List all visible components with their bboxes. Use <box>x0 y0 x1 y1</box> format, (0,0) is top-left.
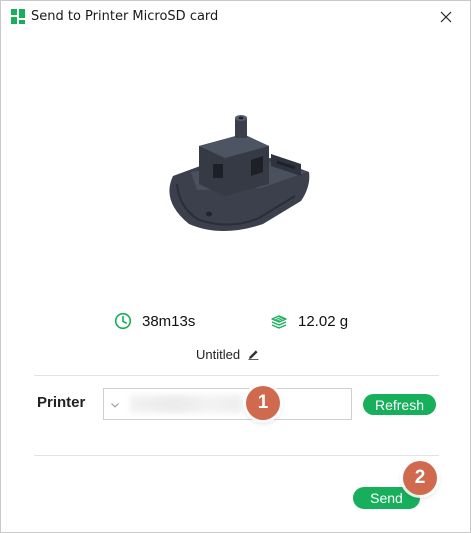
filament-weight-icon <box>271 315 287 329</box>
divider-bottom <box>34 455 439 456</box>
clock-icon <box>114 312 132 330</box>
printer-label: Printer <box>37 394 86 411</box>
app-logo-icon <box>11 9 25 24</box>
annotation-marker-1: 1 <box>246 386 280 420</box>
plate-name: Untitled <box>196 347 241 362</box>
refresh-button[interactable]: Refresh <box>363 394 436 415</box>
plate-name-row: Untitled <box>196 347 259 362</box>
send-to-printer-dialog: Send to Printer MicroSD card 38m13s 12.0… <box>0 0 471 533</box>
filament-weight-value: 12.02 g <box>298 312 349 330</box>
pencil-icon[interactable] <box>248 349 259 360</box>
window-title: Send to Printer MicroSD card <box>31 9 219 24</box>
annotation-marker-2: 2 <box>403 461 437 495</box>
print-time-value: 38m13s <box>142 312 196 330</box>
model-preview <box>169 115 310 231</box>
print-time: 38m13s <box>114 312 195 330</box>
printer-select[interactable] <box>103 388 352 420</box>
chevron-down-icon <box>111 403 119 408</box>
print-stats: 38m13s 12.02 g <box>1 312 470 336</box>
divider-top <box>34 375 439 376</box>
close-icon <box>440 11 452 23</box>
title-bar: Send to Printer MicroSD card <box>1 1 470 33</box>
close-button[interactable] <box>424 1 468 33</box>
printer-select-value-redacted <box>130 395 242 413</box>
filament-weight: 12.02 g <box>270 312 348 330</box>
